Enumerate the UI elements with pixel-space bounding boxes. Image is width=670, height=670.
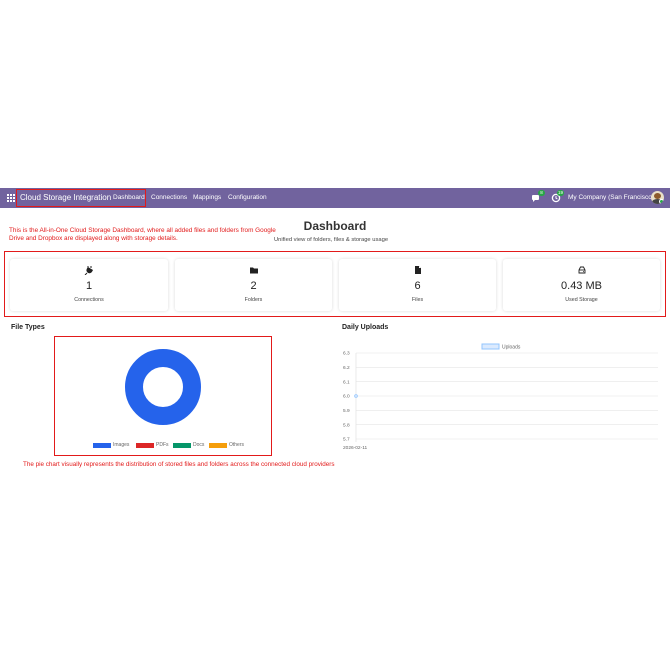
y-tick-label: 6.0 [343,394,350,400]
legend-swatch [173,443,191,448]
stat-label: Used Storage [565,297,598,303]
stat-card-connections[interactable]: 1 Connections [10,259,168,311]
file-icon [414,266,421,274]
stat-value: 1 [85,280,93,292]
apps-grid-icon[interactable] [7,194,15,202]
stat-value: 6 [414,280,421,292]
plug-icon [84,266,94,275]
y-tick-label: 6.1 [343,379,350,385]
file-types-title: File Types [11,324,45,331]
stat-label: Folders [244,297,263,303]
nav-connections[interactable]: Connections [151,193,187,203]
nav-mappings[interactable]: Mappings [193,193,221,203]
stat-label: Files [411,297,424,303]
y-tick-label: 5.9 [343,408,350,414]
file-types-pie-chart [125,349,201,425]
company-switcher[interactable]: My Company (San Francisco) [568,193,654,203]
stat-value: 2 [250,280,257,292]
y-tick-label: 5.7 [343,437,350,443]
dashboard-annotation: This is the All-in-One Cloud Storage Das… [9,227,276,242]
x-tick-label: 2026-02-11 [343,445,368,451]
uploads-data-point[interactable] [354,394,358,398]
legend-swatch [209,443,227,448]
legend-label: Others [229,442,245,448]
stat-card-files[interactable]: 6 Files [339,259,496,311]
stat-card-folders[interactable]: 2 Folders [175,259,332,311]
hdd-icon [578,266,585,274]
user-avatar[interactable] [651,191,664,204]
activity-badge: 19 [557,190,565,196]
y-tick-label: 6.2 [343,365,350,371]
nav-configuration[interactable]: Configuration [228,193,267,203]
folder-icon [249,267,258,274]
legend-label: PDFs [156,442,169,448]
nav-dashboard[interactable]: Dashboard [113,193,145,203]
legend-swatch [136,443,154,448]
stat-value: 0.43 MB [561,280,602,292]
chat-badge: 8 [538,190,545,196]
legend-label: Docs [193,442,205,448]
pie-annotation: The pie chart visually represents the di… [23,461,335,468]
page-subtitle: Unified view of folders, files & storage… [274,237,389,243]
legend-swatch [93,443,111,448]
legend-label-uploads: Uploads [502,345,521,351]
daily-uploads-line-chart: Uploads 6.3 6.2 6.1 6.0 5.9 5.8 5.7 2026-02-11 [343,343,658,451]
app-brand[interactable]: Cloud Storage Integration [20,192,111,203]
y-tick-label: 5.8 [343,422,350,428]
pie-slice-images[interactable] [125,349,201,425]
y-tick-label: 6.3 [343,351,350,357]
stat-label: Connections [74,297,104,303]
page-title: Dashboard [303,219,367,233]
screenshot-stage: { "navbar": { "brand": "Cloud Storage In… [0,0,670,670]
stat-card-used-storage[interactable]: 0.43 MB Used Storage [503,259,660,311]
legend-label: Images [113,442,130,448]
legend-swatch-uploads[interactable] [481,343,500,350]
daily-uploads-title: Daily Uploads [342,324,389,331]
top-navbar: Cloud Storage Integration Dashboard Conn… [0,188,670,208]
